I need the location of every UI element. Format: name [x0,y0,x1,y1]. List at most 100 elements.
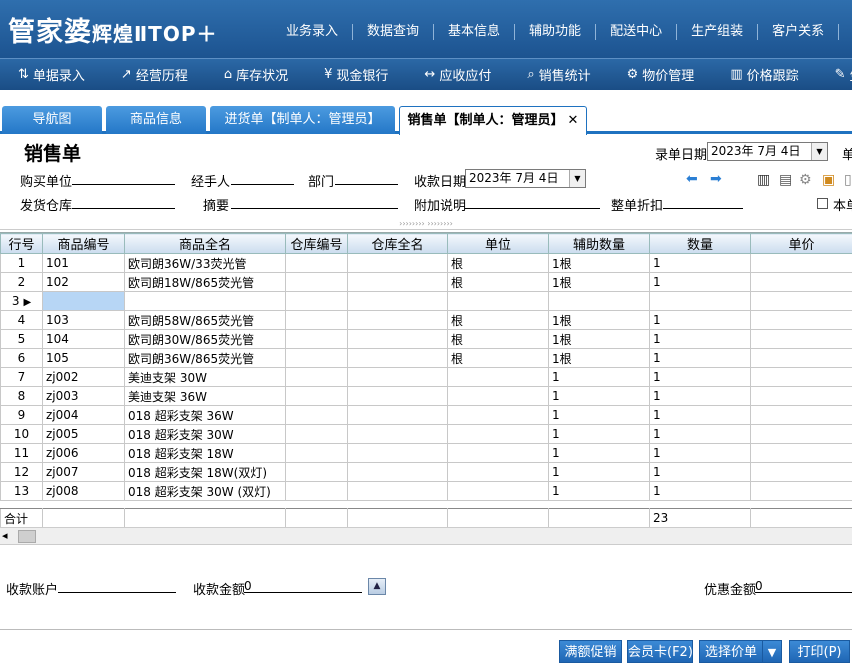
discount-field[interactable] [663,195,743,209]
cell-warehouse-code[interactable] [285,329,348,349]
cell-aux-qty[interactable]: 1 [548,367,650,387]
cell-warehouse-name[interactable] [347,291,448,311]
cell-unit-price[interactable] [750,443,852,463]
cell-unit[interactable] [447,405,549,425]
cell-unit-price[interactable] [750,367,852,387]
col-header-unit[interactable]: 单位 [447,233,549,254]
table-row[interactable]: 6 105 欧司朗36W/865荧光管 根 1根 1 [0,348,852,368]
cell-unit-price[interactable] [750,272,852,292]
cell-aux-qty[interactable]: 1 [548,462,650,482]
handler-field[interactable] [231,171,294,185]
cell-unit[interactable] [447,291,549,311]
tab-navigation[interactable]: 导航图 [2,106,102,134]
table-row[interactable]: 3 ▶ [0,291,852,311]
scroll-left-icon[interactable]: ◂ [2,529,8,542]
cell-unit-price[interactable] [750,348,852,368]
cell-product-name[interactable]: 欧司朗36W/865荧光管 [124,348,286,368]
cell-aux-qty[interactable]: 1 [548,405,650,425]
arrow-left-icon[interactable]: ⬅ [686,171,698,187]
table-row[interactable]: 8 zj003 美迪支架 36W 1 1 [0,386,852,406]
member-card-button[interactable]: 会员卡(F2) [627,640,693,663]
top-menu-data-query[interactable]: 数据查询 [353,24,435,40]
cell-warehouse-code[interactable] [285,386,348,406]
arrow-right-icon[interactable]: ➡ [710,171,722,187]
cell-unit-price[interactable] [750,405,852,425]
top-menu-system[interactable]: 系 [839,24,852,40]
cell-product-code[interactable]: 104 [42,329,125,349]
cell-qty[interactable]: 1 [649,367,751,387]
col-header-row-number[interactable]: 行号 [0,233,43,254]
cell-unit-price[interactable] [750,291,852,311]
cell-warehouse-name[interactable] [347,405,448,425]
cell-product-code[interactable]: zj007 [42,462,125,482]
cell-product-code[interactable] [42,291,125,311]
toolbar-price-tracking[interactable]: ▥ 价格跟踪 [730,65,798,84]
cell-product-name[interactable]: 018 超彩支架 18W(双灯) [124,462,286,482]
cell-qty[interactable]: 1 [649,424,751,444]
toolbar-business-history[interactable]: ↗ 经营历程 [121,65,188,84]
cell-unit[interactable]: 根 [447,253,549,273]
printer-icon[interactable]: ▤ [779,172,792,188]
table-row[interactable]: 7 zj002 美迪支架 30W 1 1 [0,367,852,387]
horizontal-scrollbar[interactable]: ◂ [0,527,852,545]
add-package-icon[interactable]: ▣ [822,172,835,188]
cell-warehouse-name[interactable] [347,481,448,501]
cell-unit-price[interactable] [750,481,852,501]
cell-qty[interactable]: 1 [649,348,751,368]
cell-unit[interactable] [447,481,549,501]
top-menu-business-entry[interactable]: 业务录入 [272,24,354,40]
cell-product-code[interactable]: zj003 [42,386,125,406]
toolbar-cash-bank[interactable]: ¥ 现金银行 [324,65,388,84]
cell-warehouse-name[interactable] [347,310,448,330]
barcode-icon[interactable]: ▥ [757,172,770,188]
table-row[interactable]: 13 zj008 018 超彩支架 30W (双灯) 1 1 [0,481,852,501]
print-button[interactable]: 打印(P) [789,640,850,663]
account-field[interactable] [58,579,176,593]
chevron-down-icon[interactable]: ▼ [811,143,827,160]
table-row[interactable]: 5 104 欧司朗30W/865荧光管 根 1根 1 [0,329,852,349]
cell-product-name[interactable]: 美迪支架 30W [124,367,286,387]
cell-unit[interactable] [447,424,549,444]
cell-aux-qty[interactable] [548,291,650,311]
cell-qty[interactable]: 1 [649,310,751,330]
cell-unit-price[interactable] [750,386,852,406]
price-list-button[interactable]: 选择价单 [699,640,763,663]
cell-qty[interactable]: 1 [649,405,751,425]
cell-unit[interactable] [447,462,549,482]
cell-product-name[interactable]: 018 超彩支架 30W [124,424,286,444]
cell-aux-qty[interactable]: 1根 [548,272,650,292]
cell-product-code[interactable]: zj005 [42,424,125,444]
cell-warehouse-name[interactable] [347,386,448,406]
warehouse-field[interactable] [72,195,175,209]
top-menu-basic-info[interactable]: 基本信息 [434,24,516,40]
cell-warehouse-name[interactable] [347,348,448,368]
cell-unit-price[interactable] [750,310,852,330]
scroll-thumb[interactable] [18,530,36,543]
col-header-product-code[interactable]: 商品编号 [42,233,125,254]
top-menu-production[interactable]: 生产组装 [677,24,759,40]
table-row[interactable]: 10 zj005 018 超彩支架 30W 1 1 [0,424,852,444]
tab-purchase-order[interactable]: 进货单【制单人：管理员】 [210,106,395,134]
cell-warehouse-code[interactable] [285,367,348,387]
cell-product-code[interactable]: 103 [42,310,125,330]
toolbar-sales-stats[interactable]: ⌕ 销售统计 [527,65,590,84]
cell-warehouse-code[interactable] [285,443,348,463]
cell-product-name[interactable]: 018 超彩支架 18W [124,443,286,463]
cell-aux-qty[interactable]: 1根 [548,329,650,349]
cell-qty[interactable]: 1 [649,272,751,292]
cell-unit[interactable]: 根 [447,310,549,330]
tab-product-info[interactable]: 商品信息 [106,106,206,134]
toolbar-document-entry[interactable]: ⇅ 单据录入 [18,65,85,84]
receipt-date-picker[interactable]: 2023年 7月 4日 ▼ [465,169,586,188]
cell-warehouse-name[interactable] [347,443,448,463]
cell-warehouse-code[interactable] [285,405,348,425]
cell-warehouse-code[interactable] [285,462,348,482]
cell-product-name[interactable]: 美迪支架 36W [124,386,286,406]
amount-field[interactable]: 0 [244,579,362,593]
cell-aux-qty[interactable]: 1 [548,481,650,501]
cell-aux-qty[interactable]: 1 [548,443,650,463]
cell-qty[interactable] [649,291,751,311]
cell-product-code[interactable]: zj008 [42,481,125,501]
cell-unit-price[interactable] [750,329,852,349]
cell-product-name[interactable]: 欧司朗36W/33荧光管 [124,253,286,273]
